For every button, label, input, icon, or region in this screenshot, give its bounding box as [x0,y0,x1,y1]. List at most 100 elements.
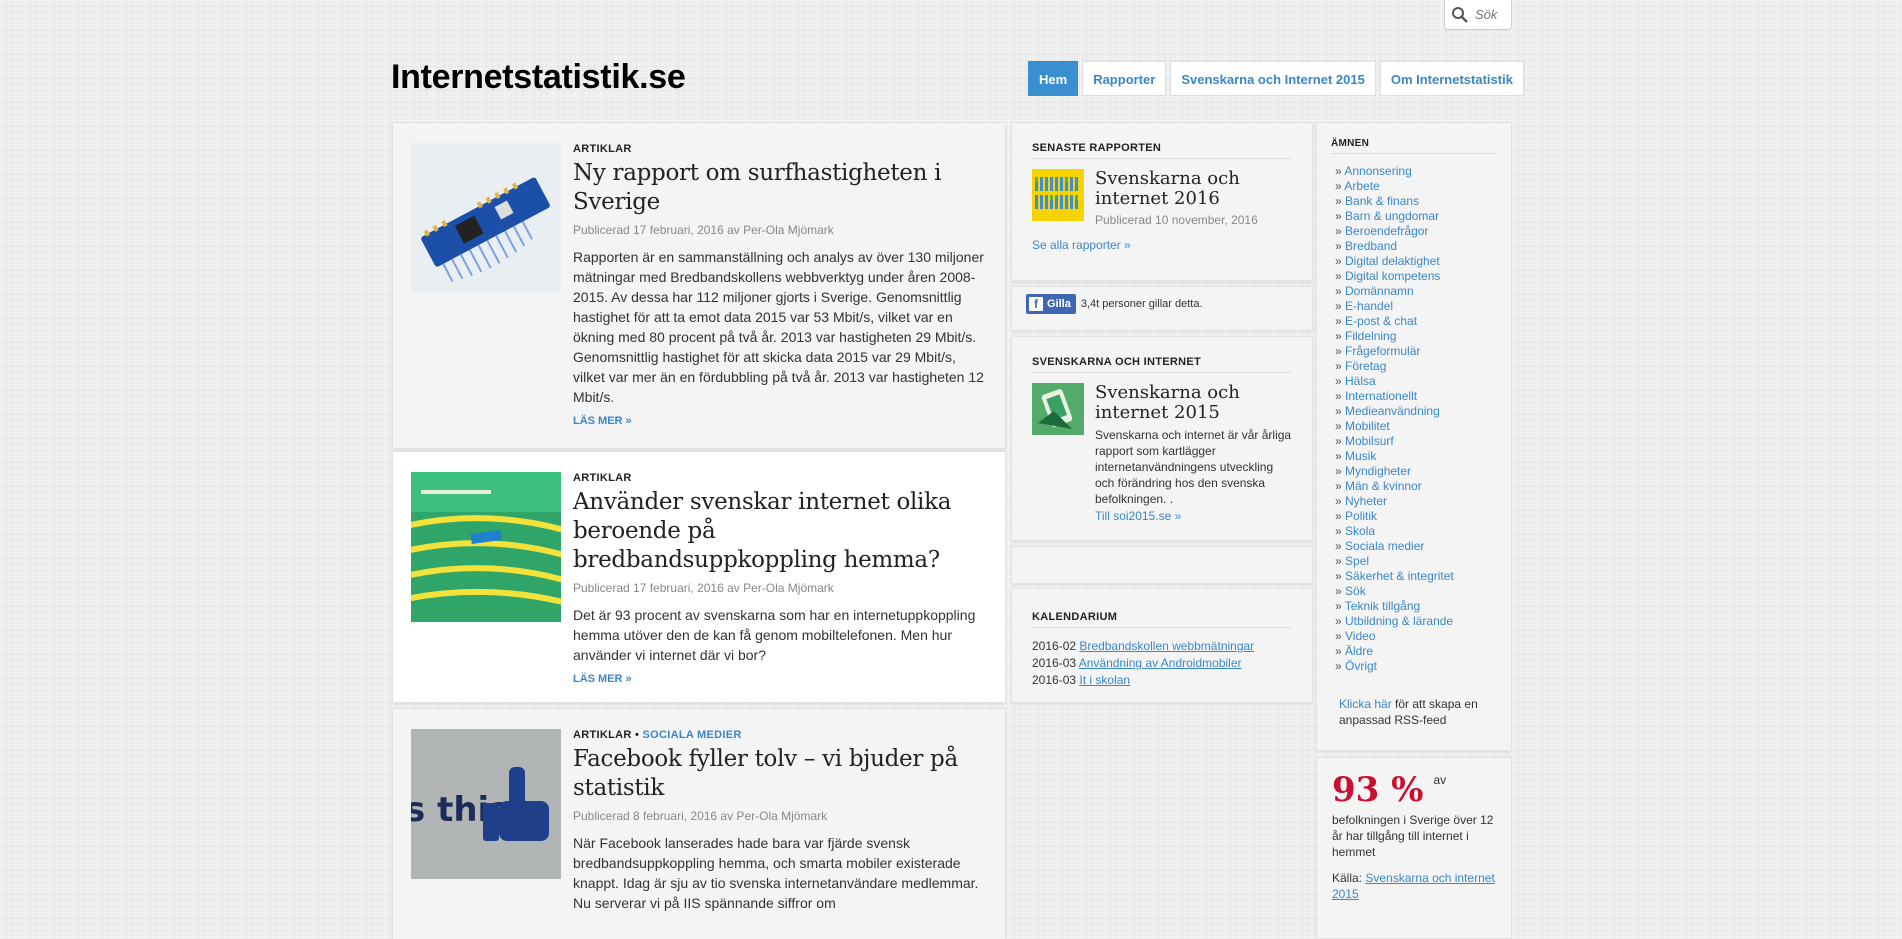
topic-item: Politik [1335,509,1497,524]
calendar-link[interactable]: Användning av Androidmobiler [1079,656,1242,670]
all-reports-link[interactable]: Se alla rapporter » [1032,237,1292,253]
topic-item: Myndigheter [1335,464,1497,479]
topic-link[interactable]: Digital delaktighet [1345,254,1440,268]
topic-link[interactable]: Video [1345,629,1375,643]
topic-item: Domännamn [1335,284,1497,299]
search-box[interactable] [1444,0,1513,30]
article-meta: Publicerad 17 februari, 2016 av Per-Ola … [573,581,834,595]
topic-item: Spel [1335,554,1497,569]
search-input[interactable] [1473,6,1513,23]
topic-link[interactable]: Arbete [1344,179,1379,193]
soi-heading: SVENSKARNA OCH INTERNET [1032,356,1292,373]
topic-link[interactable]: E-post & chat [1345,314,1417,328]
topic-link[interactable]: Medieanvändning [1345,404,1440,418]
topic-link[interactable]: Barn & ungdomar [1345,209,1439,223]
search-icon[interactable] [1451,6,1469,24]
topic-link[interactable]: Säkerhet & integritet [1345,569,1454,583]
nav-item-svenskarna-2015[interactable]: Svenskarna och Internet 2015 [1170,61,1376,96]
topic-item: Barn & ungdomar [1335,209,1497,224]
topic-link[interactable]: E-handel [1345,299,1393,313]
topic-item: Internationellt [1335,389,1497,404]
topic-link[interactable]: Nyheter [1345,494,1387,508]
category-separator: • [631,729,643,741]
topic-item: Beroendefrågor [1335,224,1497,239]
topic-link[interactable]: Annonsering [1344,164,1411,178]
article-thumbnail[interactable] [411,143,561,293]
topic-item: Teknik tillgång [1335,599,1497,614]
soi-link[interactable]: Till soi2015.se » [1095,509,1181,523]
topic-link[interactable]: Män & kvinnor [1345,479,1422,493]
topic-link[interactable]: Sök [1345,584,1366,598]
topic-link[interactable]: Bank & finans [1345,194,1419,208]
topic-link[interactable]: Mobilsurf [1345,434,1394,448]
read-more-link[interactable]: LÄS MER » [573,415,985,427]
topic-link[interactable]: Övrigt [1345,659,1377,673]
nav-item-hem[interactable]: Hem [1028,61,1079,96]
article-thumbnail[interactable] [411,472,561,622]
topic-link[interactable]: Internationellt [1345,389,1417,403]
stat-suffix: av [1433,773,1447,787]
article-category: ARTIKLAR • SOCIALA MEDIER [573,729,985,741]
article-title[interactable]: Ny rapport om surfhastigheten i Sverige [573,159,985,217]
empty-widget [1012,547,1312,583]
calendar-date: 2016-02 [1032,639,1077,653]
category-label[interactable]: ARTIKLAR [573,729,632,741]
topic-link[interactable]: Frågeformulär [1345,344,1420,358]
topic-link[interactable]: Sociala medier [1345,539,1424,553]
topic-item: Hälsa [1335,374,1497,389]
calendar-item: 2016-02 Bredbandskollen webbmätningar [1032,638,1292,655]
subcategory-label[interactable]: SOCIALA MEDIER [643,729,742,741]
topic-link[interactable]: Bredband [1345,239,1397,253]
article-card: ARTIKLAR Använder svenskar internet olik… [393,452,1005,702]
facebook-like-button[interactable]: f Gilla [1026,294,1076,314]
topic-link[interactable]: Musik [1345,449,1376,463]
article-thumbnail[interactable]: s this. [411,729,561,879]
topic-link[interactable]: Beroendefrågor [1345,224,1428,238]
topic-link[interactable]: Fildelning [1345,329,1396,343]
topic-link[interactable]: Utbildning & lärande [1345,614,1453,628]
latest-report-heading: SENASTE RAPPORTEN [1032,142,1292,159]
topic-item: Säkerhet & integritet [1335,569,1497,584]
topic-link[interactable]: Företag [1345,359,1386,373]
soi-text: Svenskarna och internet är vår årliga ra… [1095,428,1292,506]
topic-item: Arbete [1335,179,1497,194]
topic-item: Fildelning [1335,329,1497,344]
source-label: Källa: [1332,871,1363,885]
nav-item-om[interactable]: Om Internetstatistik [1379,61,1524,96]
calendar-link[interactable]: Bredbandskollen webbmätningar [1079,639,1254,653]
calendar-item: 2016-03 It i skolan [1032,672,1292,689]
topic-item: Skola [1335,524,1497,539]
report-cover-image[interactable] [1032,169,1084,221]
topic-link[interactable]: Digital kompetens [1345,269,1440,283]
article-meta: Publicerad 17 februari, 2016 av Per-Ola … [573,223,834,237]
site-title[interactable]: Internetstatistik.se [391,58,686,97]
report-title[interactable]: Svenskarna och internet 2016 [1095,169,1292,209]
soi-cover-image[interactable] [1032,383,1084,435]
article-title[interactable]: Använder svenskar internet olika beroend… [573,488,985,575]
topic-link[interactable]: Mobilitet [1345,419,1390,433]
topic-link[interactable]: Domännamn [1345,284,1414,298]
topic-link[interactable]: Skola [1345,524,1375,538]
calendar-item: 2016-03 Användning av Androidmobiler [1032,655,1292,672]
stat-box: 93 % av befolkningen i Sverige över 12 å… [1317,758,1511,938]
read-more-link[interactable]: LÄS MER » [573,673,985,685]
topic-link[interactable]: Politik [1345,509,1377,523]
article-category[interactable]: ARTIKLAR [573,472,985,484]
topic-link[interactable]: Spel [1345,554,1369,568]
topic-link[interactable]: Myndigheter [1345,464,1411,478]
calendar-link[interactable]: It i skolan [1079,673,1130,687]
rss-link[interactable]: Klicka här [1339,697,1392,711]
topic-link[interactable]: Hälsa [1345,374,1376,388]
article-title[interactable]: Facebook fyller tolv – vi bjuder på stat… [573,745,985,803]
latest-report-box: SENASTE RAPPORTEN Svenskarna och interne… [1012,123,1312,280]
topic-link[interactable]: Teknik tillgång [1345,599,1420,613]
topic-link[interactable]: Äldre [1345,644,1373,658]
soi-title[interactable]: Svenskarna och internet 2015 [1095,383,1292,423]
report-meta: Publicerad 10 november, 2016 [1095,213,1258,227]
topic-item: Frågeformulär [1335,344,1497,359]
article-excerpt: Rapporten är en sammanställning och anal… [573,249,984,405]
stat-value: 93 % [1332,770,1424,810]
nav-item-rapporter[interactable]: Rapporter [1082,61,1167,96]
article-category[interactable]: ARTIKLAR [573,143,985,155]
topic-item: Video [1335,629,1497,644]
